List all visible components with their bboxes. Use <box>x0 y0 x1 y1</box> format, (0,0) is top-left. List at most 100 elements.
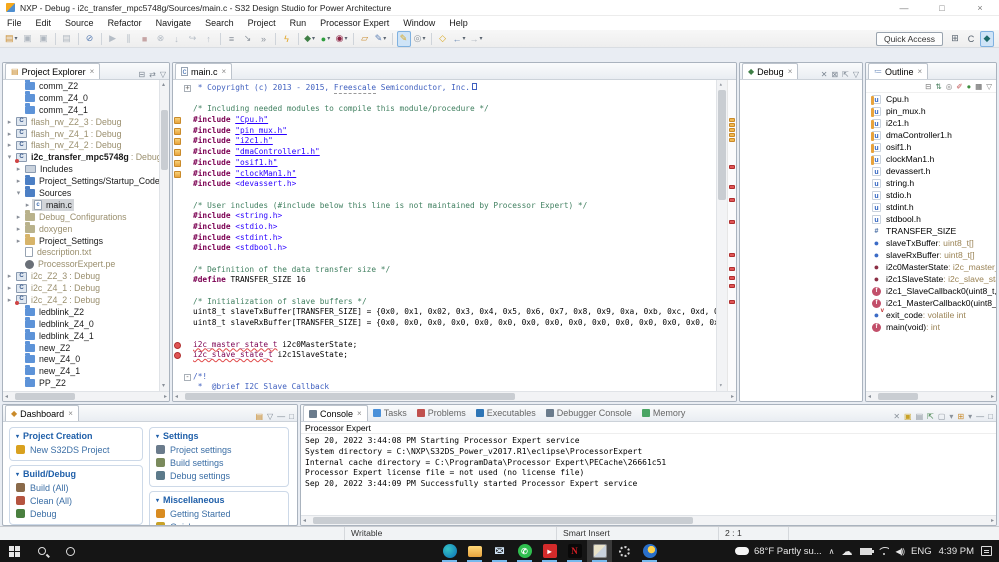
tree-item-new_z4_0[interactable]: new_Z4_0 <box>3 353 159 365</box>
flash-programmer-button[interactable]: ϟ <box>280 31 294 47</box>
profile-button[interactable]: ◉▾ <box>335 31 349 47</box>
display-selected-icon[interactable]: ▢ <box>938 412 946 421</box>
editor-hscrollbar[interactable]: ◂ ▸ <box>173 391 736 401</box>
onedrive-icon[interactable]: ☁ <box>842 545 853 558</box>
code-line[interactable]: #include "clockMan1.h" <box>173 169 716 180</box>
menu-refactor[interactable]: Refactor <box>101 18 149 28</box>
error-marker[interactable] <box>729 284 735 288</box>
tab-memory[interactable]: Memory <box>637 405 691 421</box>
word-wrap-icon[interactable]: ▤ <box>916 412 924 421</box>
outline-item-stdint-h[interactable]: ustdint.h <box>866 201 996 213</box>
error-marker[interactable] <box>729 276 735 280</box>
section-collapse-icon[interactable]: ▾ <box>16 433 19 440</box>
dashboard-section-header[interactable]: ▾Settings <box>156 431 282 441</box>
tab-main-c[interactable]: c main.c× <box>175 63 232 79</box>
code-line[interactable]: #include "dmaController1.h" <box>173 147 716 158</box>
action-center-icon[interactable] <box>981 546 992 556</box>
expanded-arrow-icon[interactable]: ▾ <box>14 189 23 197</box>
open-icon[interactable]: ▤ <box>255 412 263 421</box>
menu-project[interactable]: Project <box>241 18 283 28</box>
code-line[interactable]: uint8_t slaveTxBuffer[TRANSFER_SIZE] = {… <box>173 307 716 318</box>
collapse-all-icon[interactable]: ⊟ <box>925 82 931 91</box>
collapsed-arrow-icon[interactable]: ▸ <box>14 213 23 221</box>
tree-item-new_z4_1[interactable]: new_Z4_1 <box>3 365 159 377</box>
tray-chevron-icon[interactable]: ∧ <box>829 547 835 556</box>
display-selected-dd-icon[interactable]: ▾ <box>949 412 953 421</box>
outline-item-dmacontroller1-h[interactable]: udmaController1.h <box>866 129 996 141</box>
menu-window[interactable]: Window <box>396 18 442 28</box>
tree-item-flash_rw_z2_3[interactable]: ▸Cflash_rw_Z2_3: Debug <box>3 116 159 128</box>
view-menu-icon[interactable]: ▽ <box>160 70 166 79</box>
close-button[interactable]: × <box>961 0 999 15</box>
tree-item-flash_rw_z4_1[interactable]: ▸Cflash_rw_Z4_1: Debug <box>3 128 159 140</box>
outline-item-i2c1slavestate[interactable]: ●i2c1SlaveState : i2c_slave_sta <box>866 273 996 285</box>
maximize-icon[interactable]: □ <box>289 412 294 421</box>
build-settings-link[interactable]: Build settings <box>156 456 282 469</box>
collapsed-arrow-icon[interactable]: ▸ <box>14 225 23 233</box>
code-line[interactable] <box>173 361 716 372</box>
collapsed-arrow-icon[interactable]: ▸ <box>5 141 14 149</box>
tab-project-explorer[interactable]: ▤ Project Explorer× <box>5 63 100 79</box>
code-line[interactable] <box>173 94 716 105</box>
search-button[interactable]: ✎▾ <box>374 31 388 47</box>
tab-debug[interactable]: ◆ Debug× <box>742 63 798 79</box>
instruction-stepping-button[interactable]: ≡ <box>225 31 239 47</box>
tree-item-ledblink_z4_1[interactable]: ledblink_Z4_1 <box>3 330 159 342</box>
section-collapse-icon[interactable]: ▾ <box>156 433 159 440</box>
tree-item-pp_z2[interactable]: PP_Z2 <box>3 377 159 389</box>
collapse-all-icon[interactable]: ⊟ <box>138 70 145 79</box>
last-edit-location-button[interactable]: ◇ <box>436 31 450 47</box>
code-line[interactable] <box>173 329 716 340</box>
skip-all-breakpoints-button[interactable]: ⊘ <box>83 31 97 47</box>
outline-item-main-void-[interactable]: fmain(void) : int <box>866 321 996 333</box>
collapsed-arrow-icon[interactable]: ▸ <box>14 237 23 245</box>
outline-item-transfer-size[interactable]: #TRANSFER_SIZE <box>866 225 996 237</box>
run-button[interactable]: ●▾ <box>319 31 333 47</box>
code-line[interactable]: i2c_slave_state_t i2c1SlaveState; <box>173 350 716 361</box>
close-icon[interactable]: × <box>222 67 227 76</box>
close-icon[interactable]: × <box>918 67 923 76</box>
close-icon[interactable]: × <box>68 409 73 418</box>
collapse-all-icon[interactable]: ⊠ <box>831 70 838 79</box>
outline-item-osif1-h[interactable]: uosif1.h <box>866 141 996 153</box>
view-menu-icon[interactable]: ▽ <box>986 82 992 91</box>
outline-item-i2c1-mastercallback0-uint8-t[interactable]: fi2c1_MasterCallback0(uint8_t <box>866 297 996 309</box>
taskbar-search-icon[interactable] <box>28 540 56 562</box>
close-icon[interactable]: × <box>90 67 95 76</box>
tree-item-flash_rw_z4_2[interactable]: ▸Cflash_rw_Z4_2: Debug <box>3 139 159 151</box>
weather-widget[interactable]: 68°F Partly su... <box>735 546 822 557</box>
remove-all-icon[interactable]: ✕ <box>821 70 828 79</box>
build-all-link[interactable]: Build (All) <box>16 481 136 494</box>
clock[interactable]: 4:39 PM <box>939 546 974 557</box>
code-line[interactable]: #include "osif1.h" <box>173 158 716 169</box>
hide-fields-icon[interactable]: ◎ <box>946 82 953 91</box>
outline-item-i2c1-h[interactable]: ui2c1.h <box>866 117 996 129</box>
code-line[interactable] <box>173 286 716 297</box>
tree-item-i2c_z2_3[interactable]: ▸Ci2c_Z2_3: Debug <box>3 270 159 282</box>
occurrence-marker[interactable] <box>729 123 735 127</box>
tree-item-project_settings[interactable]: ▸Project_Settings <box>3 235 159 247</box>
menu-file[interactable]: File <box>0 18 29 28</box>
code-line[interactable] <box>173 190 716 201</box>
outline-hscrollbar[interactable]: ◂ ▸ <box>866 391 996 401</box>
tree-item-i2c_z4_2[interactable]: ▸Ci2c_Z4_2: Debug <box>3 294 159 306</box>
occurrence-marker[interactable] <box>729 138 735 142</box>
edge-taskbar-button[interactable] <box>437 540 462 562</box>
settings-taskbar-button[interactable] <box>612 540 637 562</box>
outline-item-string-h[interactable]: ustring.h <box>866 177 996 189</box>
tree-item-i2c_z4_1[interactable]: ▸Ci2c_Z4_1: Debug <box>3 282 159 294</box>
close-icon[interactable]: × <box>357 409 362 418</box>
code-line[interactable]: #include <string.h> <box>173 211 716 222</box>
section-collapse-icon[interactable]: ▾ <box>156 497 159 504</box>
view-menu-icon[interactable]: ▽ <box>267 412 273 421</box>
code-line[interactable]: #include <devassert.h> <box>173 179 716 190</box>
tree-item-main.c[interactable]: ▸cmain.c <box>3 199 159 211</box>
outline-item-cpu-h[interactable]: uCpu.h <box>866 93 996 105</box>
outline-item-clockman1-h[interactable]: uclockMan1.h <box>866 153 996 165</box>
overview-ruler[interactable] <box>727 80 736 391</box>
tree-item-ledblink_z4_0[interactable]: ledblink_Z4_0 <box>3 318 159 330</box>
pin-console-icon[interactable]: ⇱ <box>927 412 934 421</box>
collapsed-arrow-icon[interactable]: ▸ <box>5 284 14 292</box>
minimize-button[interactable]: — <box>885 0 923 15</box>
fold-toggle-icon[interactable]: - <box>183 372 193 383</box>
